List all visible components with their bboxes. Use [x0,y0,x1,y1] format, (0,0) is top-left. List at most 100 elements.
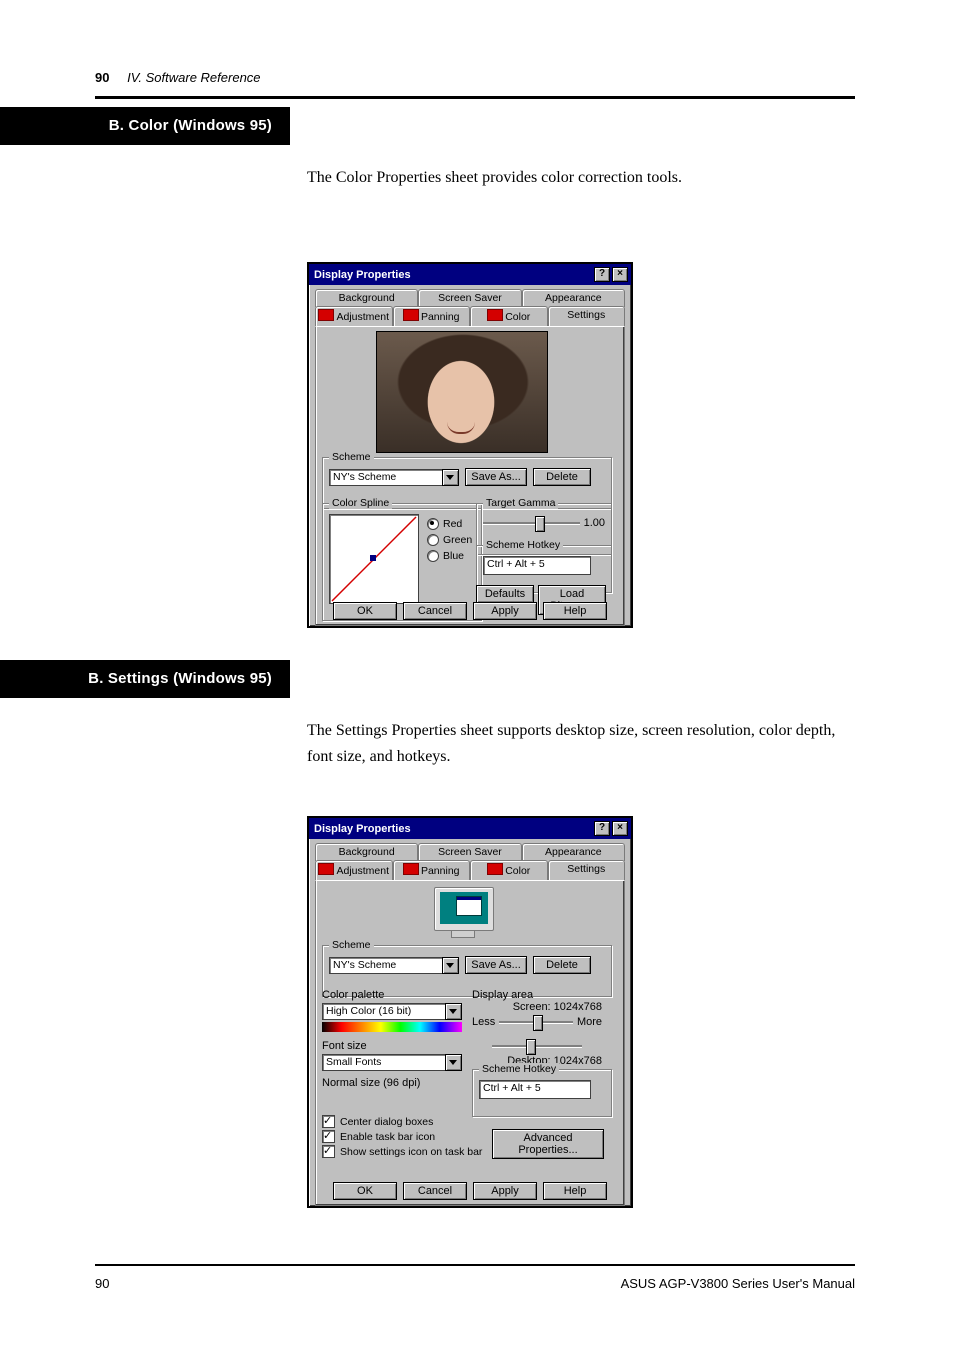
tab-panning[interactable]: Panning [393,306,471,326]
section-heading-text: B. Settings (Windows 95) [0,670,290,688]
help-icon[interactable]: ? [594,267,610,282]
check-center-dialogs[interactable]: Center dialog boxes [322,1115,502,1128]
scheme-combo[interactable]: NY's Scheme [329,957,459,974]
page-number-top: 90 [95,70,109,85]
tab-row-1: Background Screen Saver Appearance [315,843,625,861]
header-rule [95,96,855,99]
tab-row-2: Adjustment Panning Color Settings [315,860,625,880]
cancel-button[interactable]: Cancel [403,602,467,620]
tab-appearance[interactable]: Appearance [522,843,625,861]
font-size-label: Font size [322,1040,462,1052]
tab-color[interactable]: Color [470,860,548,880]
save-as-button[interactable]: Save As... [465,468,527,486]
page-header: 90 IV. Software Reference [95,70,855,85]
target-gamma-value: 1.00 [584,517,605,529]
help-button[interactable]: Help [543,602,607,620]
close-icon[interactable]: × [612,267,628,282]
desktop-slider[interactable] [492,1037,582,1055]
color-tab-body: Scheme NY's Scheme Save As... Delete Col… [315,326,625,626]
left-column: Color palette High Color (16 bit) Font s… [322,989,462,1089]
tab-background[interactable]: Background [315,289,418,307]
tab-screen-saver[interactable]: Screen Saver [418,843,521,861]
scheme-combo[interactable]: NY's Scheme [329,469,459,486]
cancel-button[interactable]: Cancel [403,1182,467,1200]
dialog-title: Display Properties [314,269,411,281]
tab-screen-saver[interactable]: Screen Saver [418,289,521,307]
section-intro-color: The Color Properties sheet provides colo… [307,165,851,191]
close-icon[interactable]: × [612,821,628,836]
scheme-hotkey-field[interactable]: Ctrl + Alt + 5 [479,1080,591,1099]
display-properties-dialog-settings: Display Properties ? × Background Screen… [307,816,633,1208]
radio-blue[interactable]: Blue [427,550,472,562]
advanced-properties-button[interactable]: Advanced Properties... [492,1129,604,1159]
scheme-hotkey-field[interactable]: Ctrl + Alt + 5 [483,556,591,575]
scheme-hotkey-label: Scheme Hotkey [483,539,563,551]
dialog-buttons: OK Cancel Apply Help [309,602,631,620]
display-area-label: Display area [472,989,602,1001]
color-palette-label: Color palette [322,989,462,1001]
scheme-group-label: Scheme [329,939,374,951]
apply-button[interactable]: Apply [473,602,537,620]
tab-settings[interactable]: Settings [548,860,626,880]
section-heading-settings: B. Settings (Windows 95) [0,660,290,698]
ati-icon [487,309,503,321]
check-taskbar-icon[interactable]: Enable task bar icon [322,1130,502,1143]
chevron-down-icon[interactable] [442,469,459,486]
chevron-down-icon[interactable] [445,1003,462,1020]
chevron-down-icon[interactable] [445,1054,462,1071]
tab-settings[interactable]: Settings [548,306,626,326]
dialog-title: Display Properties [314,823,411,835]
font-size-note: Normal size (96 dpi) [322,1077,462,1089]
defaults-button[interactable]: Defaults [476,585,534,603]
scheme-hotkey-label: Scheme Hotkey [479,1063,559,1075]
ok-button[interactable]: OK [333,1182,397,1200]
tab-adjustment[interactable]: Adjustment [315,860,393,880]
save-as-button[interactable]: Save As... [465,956,527,974]
tab-panning[interactable]: Panning [393,860,471,880]
display-area: Display area Screen: 1024x768 Less More … [472,989,602,1067]
delete-button[interactable]: Delete [533,468,591,486]
page-footer: 90 ASUS AGP-V3800 Series User's Manual [95,1276,855,1291]
footer-page-number: 90 [95,1276,109,1291]
section-heading-color: B. Color (Windows 95) [0,107,290,145]
help-button[interactable]: Help [543,1182,607,1200]
ati-icon [318,309,334,321]
screen-slider[interactable] [499,1013,573,1031]
preview-image [376,331,548,453]
channel-radios: Red Green Blue [427,514,472,604]
radio-red[interactable]: Red [427,518,472,530]
target-gamma-slider[interactable] [483,514,580,532]
apply-button[interactable]: Apply [473,1182,537,1200]
radio-green[interactable]: Green [427,534,472,546]
checkbox-group: Center dialog boxes Enable task bar icon… [322,1113,502,1160]
check-show-settings-icon[interactable]: Show settings icon on task bar [322,1145,502,1158]
tab-background[interactable]: Background [315,843,418,861]
delete-button[interactable]: Delete [533,956,591,974]
tab-adjustment[interactable]: Adjustment [315,306,393,326]
footer-rule [95,1264,855,1266]
dialog-titlebar[interactable]: Display Properties ? × [309,818,631,839]
tab-appearance[interactable]: Appearance [522,289,625,307]
color-spline-graph[interactable] [329,514,419,604]
chapter-title: IV. Software Reference [127,70,260,85]
tab-row-2: Adjustment Panning Color Settings [315,306,625,326]
chevron-down-icon[interactable] [442,957,459,974]
settings-tab-body: Scheme NY's Scheme Save As... Delete Col… [315,880,625,1206]
section-heading-text: B. Color (Windows 95) [0,117,290,135]
tab-color[interactable]: Color [470,306,548,326]
document-page: 90 IV. Software Reference B. Color (Wind… [0,0,954,1351]
ati-icon [318,863,334,875]
scheme-combo-value: NY's Scheme [329,469,442,486]
color-swatch-bar [322,1022,462,1032]
window-controls: ? × [594,821,628,836]
ok-button[interactable]: OK [333,602,397,620]
dialog-titlebar[interactable]: Display Properties ? × [309,264,631,285]
scheme-hotkey-group: Scheme Hotkey Ctrl + Alt + 5 [472,1069,612,1117]
color-palette-combo[interactable]: High Color (16 bit) [322,1003,462,1020]
monitor-preview-icon [434,887,492,937]
help-icon[interactable]: ? [594,821,610,836]
footer-manual-title: ASUS AGP-V3800 Series User's Manual [621,1276,855,1291]
font-size-combo[interactable]: Small Fonts [322,1054,462,1071]
ati-icon [403,309,419,321]
ati-icon [487,863,503,875]
